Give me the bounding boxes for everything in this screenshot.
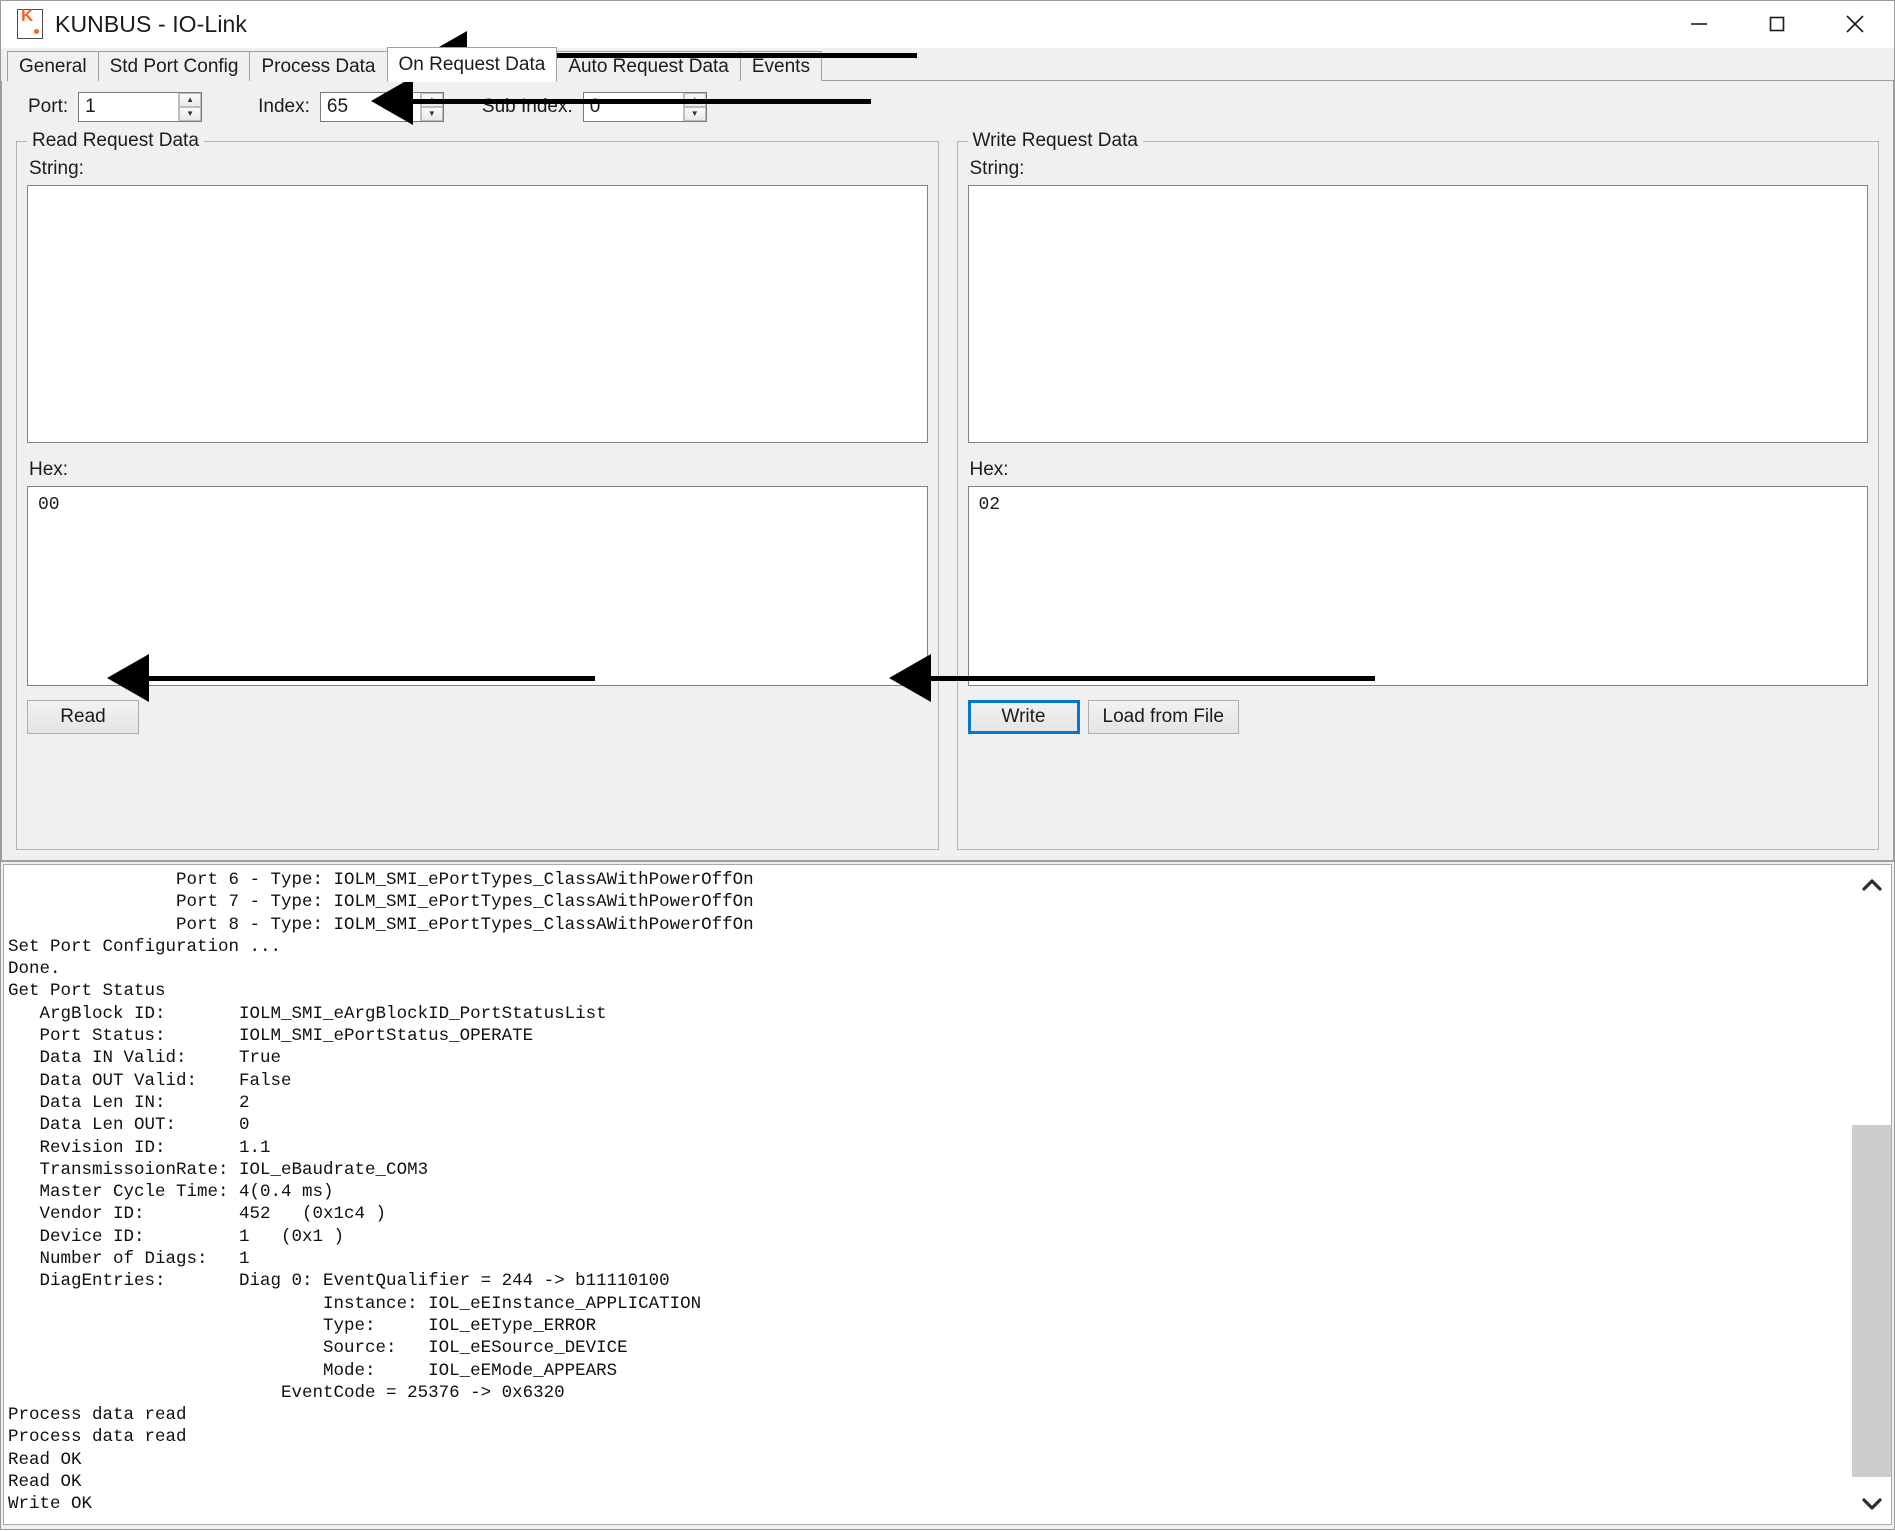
- port-spin-up-icon[interactable]: ▲: [179, 93, 202, 107]
- maximize-icon[interactable]: [1738, 1, 1816, 47]
- log-scrollbar-track[interactable]: [1852, 905, 1891, 1484]
- port-spin-buttons[interactable]: ▲ ▼: [178, 93, 202, 121]
- sub-index-spin-down-icon[interactable]: ▼: [683, 107, 706, 121]
- tab-std-port-config[interactable]: Std Port Config: [97, 51, 251, 81]
- read-group-title: Read Request Data: [27, 130, 204, 152]
- write-string-label: String:: [969, 158, 1025, 179]
- index-label: Index:: [258, 96, 310, 117]
- tab-strip-filler: [820, 51, 1894, 81]
- log-scrollbar-thumb[interactable]: [1852, 1125, 1891, 1477]
- read-hex-textarea[interactable]: 00: [27, 486, 928, 686]
- index-spin-buttons[interactable]: ▲ ▼: [419, 93, 443, 121]
- write-hex-textarea[interactable]: 02: [967, 486, 1868, 686]
- index-spin-down-icon[interactable]: ▼: [420, 107, 443, 121]
- sub-index-spin-buttons[interactable]: ▲ ▼: [682, 93, 706, 121]
- scroll-down-icon[interactable]: [1852, 1484, 1891, 1524]
- sub-index-spin-up-icon[interactable]: ▲: [683, 93, 706, 107]
- read-request-data-group: Read Request Data String: Hex: 00 Read: [16, 130, 939, 850]
- log-pane: Port 6 - Type: IOLM_SMI_ePortTypes_Class…: [1, 861, 1894, 1529]
- write-button[interactable]: Write: [967, 700, 1080, 734]
- log-scrollbar[interactable]: [1852, 864, 1892, 1525]
- tab-strip: General Std Port Config Process Data On …: [1, 47, 1894, 82]
- tab-general[interactable]: General: [7, 51, 99, 81]
- port-stepper[interactable]: ▲ ▼: [78, 92, 203, 122]
- tab-auto-request-data[interactable]: Auto Request Data: [556, 51, 741, 81]
- port-input[interactable]: [79, 93, 179, 121]
- write-string-textarea[interactable]: [967, 185, 1868, 443]
- write-request-data-group: Write Request Data String: Hex: 02 Write…: [956, 130, 1879, 850]
- tab-on-request-data[interactable]: On Request Data: [386, 47, 558, 82]
- write-button-wrapper: Write: [967, 700, 1080, 734]
- write-hex-label: Hex:: [969, 459, 1009, 480]
- window-title: KUNBUS - IO-Link: [55, 10, 248, 37]
- index-input[interactable]: [320, 93, 420, 121]
- window-controls: [1660, 1, 1894, 47]
- read-button[interactable]: Read: [27, 700, 139, 734]
- port-label: Port:: [28, 96, 69, 117]
- tab-events[interactable]: Events: [739, 51, 822, 81]
- read-button-row: Read: [27, 700, 928, 734]
- request-parameters-row: Port: ▲ ▼ Index: ▲ ▼ Sub Index:: [2, 81, 1893, 133]
- load-from-file-button[interactable]: Load from File: [1087, 700, 1239, 734]
- port-spin-down-icon[interactable]: ▼: [179, 107, 202, 121]
- tab-process-data[interactable]: Process Data: [249, 51, 388, 81]
- close-icon[interactable]: [1816, 1, 1894, 47]
- scroll-up-icon[interactable]: [1852, 865, 1891, 905]
- read-string-label: String:: [29, 158, 84, 179]
- write-button-row: Write Load from File: [967, 700, 1869, 734]
- read-button-wrapper: Read: [27, 700, 139, 734]
- sub-index-stepper[interactable]: ▲ ▼: [582, 92, 707, 122]
- sub-index-input[interactable]: [583, 93, 683, 121]
- kunbus-logo-icon: K: [17, 6, 43, 39]
- minimize-icon[interactable]: [1660, 1, 1738, 47]
- sub-index-label: Sub Index:: [481, 96, 573, 117]
- index-stepper[interactable]: ▲ ▼: [319, 92, 444, 122]
- read-hex-label: Hex:: [29, 459, 69, 480]
- application-window: K KUNBUS - IO-Link General Std Port Conf…: [0, 0, 1895, 1530]
- read-string-textarea[interactable]: [27, 185, 928, 443]
- index-spin-up-icon[interactable]: ▲: [420, 93, 443, 107]
- title-bar: K KUNBUS - IO-Link: [1, 1, 1894, 48]
- write-group-title: Write Request Data: [967, 130, 1143, 152]
- request-panels: Read Request Data String: Hex: 00 Read W…: [2, 130, 1893, 860]
- tab-page-on-request-data: Port: ▲ ▼ Index: ▲ ▼ Sub Index:: [1, 81, 1894, 861]
- log-text[interactable]: Port 6 - Type: IOLM_SMI_ePortTypes_Class…: [3, 864, 1852, 1525]
